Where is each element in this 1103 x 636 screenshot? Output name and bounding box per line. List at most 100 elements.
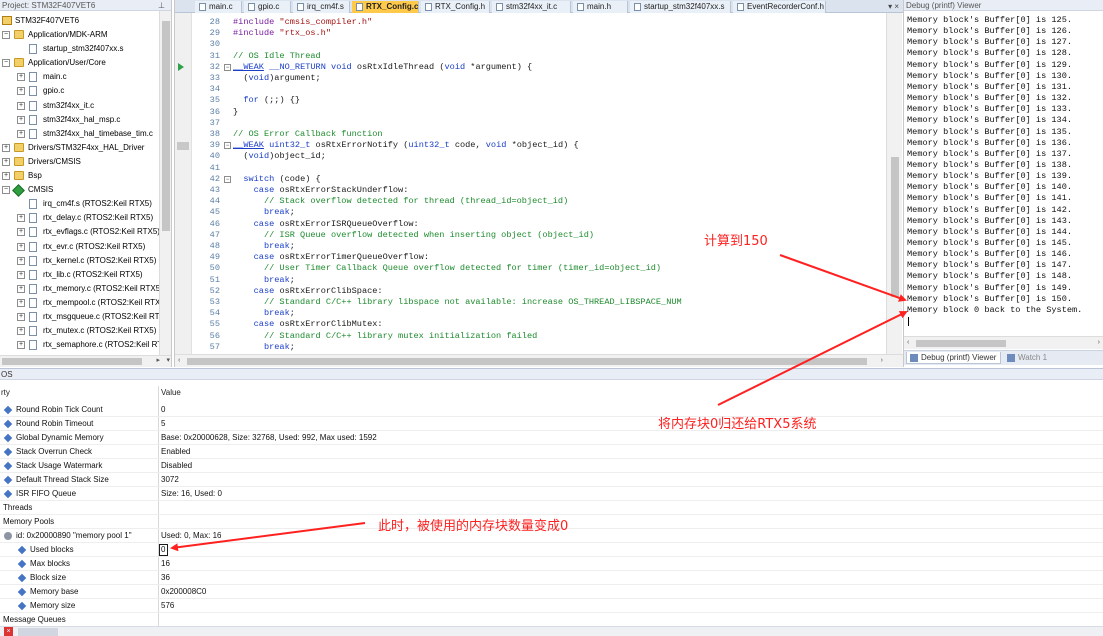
debug-output[interactable]: Memory block's Buffer[0] is 125. Memory b… — [906, 13, 1103, 331]
property-row[interactable]: Block size 36 — [0, 571, 1103, 585]
expand-icon[interactable]: + — [17, 256, 25, 265]
code-line[interactable]: 28 #include "cmsis_compiler.h" — [175, 17, 887, 28]
code-line[interactable]: 41 — [175, 163, 887, 174]
fold-toggle-icon[interactable]: − — [224, 63, 231, 71]
collapse-icon[interactable]: − — [2, 186, 10, 195]
editor-vscroll[interactable] — [886, 13, 902, 354]
code-line[interactable]: 45 break; — [175, 207, 887, 218]
debug-hscroll[interactable]: ‹ › — [904, 336, 1103, 349]
code-line[interactable]: 30 — [175, 39, 887, 50]
property-row[interactable]: Round Robin Timeout 5 — [0, 417, 1103, 431]
code-line[interactable]: 50 // User Timer Callback Queue overflow… — [175, 263, 887, 274]
fold-toggle-icon[interactable]: − — [224, 175, 231, 183]
property-row[interactable]: Used blocks 0 — [0, 543, 1103, 557]
expand-icon[interactable]: + — [17, 129, 25, 138]
tab-stm32f4xx-it-c[interactable]: stm32f4xx_it.c — [492, 1, 571, 13]
code-line[interactable]: 49 case osRtxErrorTimerQueueOverflow: — [175, 252, 887, 263]
code-line[interactable]: 36} — [175, 107, 887, 118]
code-area[interactable]: 28 #include "cmsis_compiler.h" 29 #include … — [175, 13, 887, 354]
code-line[interactable]: 33 (void)argument; — [175, 73, 887, 84]
code-line[interactable]: 52 case osRtxErrorClibSpace: — [175, 286, 887, 297]
code-line[interactable]: 31 // OS Idle Thread — [175, 51, 887, 62]
tab-main-h[interactable]: main.h — [573, 1, 628, 13]
scroll-right-icon[interactable]: ▸ — [156, 356, 160, 366]
expand-icon[interactable]: + — [2, 172, 10, 180]
code-line[interactable]: 37 — [175, 118, 887, 129]
expand-icon[interactable]: + — [17, 313, 25, 321]
collapse-icon[interactable]: − — [2, 59, 10, 68]
code-line[interactable]: 48 break; — [175, 241, 887, 252]
expand-icon[interactable]: + — [17, 115, 25, 124]
breakpoint-marker-icon[interactable] — [177, 141, 189, 150]
code-line[interactable]: 55 case osRtxErrorClibMutex: — [175, 319, 887, 330]
expand-icon[interactable]: + — [17, 270, 25, 279]
expand-icon[interactable]: + — [17, 242, 25, 251]
scroll-left-icon[interactable]: ‹ — [178, 356, 180, 366]
property-row[interactable]: Memory size 576 — [0, 599, 1103, 613]
property-row[interactable]: ISR FIFO Queue Size: 16, Used: 0 — [0, 487, 1103, 501]
expand-icon[interactable]: + — [17, 87, 25, 96]
code-line[interactable]: 29 #include "rtx_os.h" — [175, 28, 887, 39]
code-line[interactable]: 39− __WEAK uint32_t osRtxErrorNotify (uin… — [175, 140, 887, 151]
code-line[interactable]: 34 — [175, 84, 887, 95]
tab-debug-printf-viewer[interactable]: Debug (printf) Viewer — [906, 352, 1002, 364]
property-row[interactable]: Global Dynamic Memory Base: 0x20000628, S… — [0, 431, 1103, 445]
project-tree-vscroll[interactable] — [159, 11, 171, 355]
tab-rtx-config-c[interactable]: RTX_Config.c — [352, 1, 419, 13]
expand-icon[interactable]: + — [2, 143, 10, 152]
scroll-thumb[interactable] — [916, 340, 1006, 347]
code-line[interactable]: 51 break; — [175, 275, 887, 286]
scroll-right-icon[interactable]: › — [1098, 338, 1100, 348]
expand-icon[interactable]: + — [17, 73, 25, 82]
scroll-left-icon[interactable]: ‹ — [907, 338, 909, 348]
tab-rtx-config-h[interactable]: RTX_Config.h — [421, 1, 490, 13]
code-line[interactable]: 35 for (;;) {} — [175, 95, 887, 106]
scroll-thumb[interactable] — [187, 358, 867, 365]
code-line[interactable]: 47 // ISR Queue overflow detected when i… — [175, 230, 887, 241]
value-column-header[interactable]: Value — [161, 386, 181, 400]
tab-main-c[interactable]: main.c — [195, 1, 242, 13]
tab-watch-1[interactable]: Watch 1 — [1004, 352, 1051, 364]
property-row[interactable]: Stack Usage Watermark Disabled — [0, 459, 1103, 473]
property-row[interactable]: Threads — [0, 501, 1103, 515]
scroll-thumb[interactable] — [162, 21, 170, 231]
code-line[interactable]: 32− __WEAK __NO_RETURN void osRtxIdleThre… — [175, 62, 887, 73]
tab-controls[interactable]: ▾ × — [888, 0, 899, 13]
property-row[interactable]: Round Robin Tick Count 0 — [0, 403, 1103, 417]
collapse-icon[interactable]: − — [2, 31, 10, 39]
code-line[interactable]: 40 (void)object_id; — [175, 151, 887, 162]
code-line[interactable]: 44 // Stack overflow detected for thread… — [175, 196, 887, 207]
code-line[interactable]: 42− switch (code) { — [175, 174, 887, 185]
scroll-thumb[interactable] — [891, 157, 899, 297]
code-line[interactable]: 57 break; — [175, 342, 887, 353]
code-line[interactable]: 43 case osRtxErrorStackUnderflow: — [175, 185, 887, 196]
expand-icon[interactable]: + — [17, 214, 25, 223]
property-row[interactable]: Max blocks 16 — [0, 557, 1103, 571]
property-row[interactable]: Stack Overrun Check Enabled — [0, 445, 1103, 459]
tab-irq-cm4f-s[interactable]: irq_cm4f.s — [293, 1, 350, 13]
code-line[interactable]: 38 // OS Error Callback function — [175, 129, 887, 140]
property-row[interactable]: Message Queues — [0, 613, 1103, 627]
scroll-thumb[interactable] — [2, 358, 142, 365]
expand-icon[interactable]: + — [17, 341, 25, 350]
tab-gpio-c[interactable]: gpio.c — [244, 1, 291, 13]
expand-icon[interactable]: + — [17, 101, 25, 110]
code-line[interactable]: 56 // Standard C/C++ library mutex initi… — [175, 331, 887, 342]
expand-icon[interactable]: + — [17, 284, 25, 293]
code-line[interactable]: 53 // Standard C/C++ library libspace no… — [175, 297, 887, 308]
tab-startup-stm32f407xx-s[interactable]: startup_stm32f407xx.s — [630, 1, 731, 13]
property-column-header[interactable]: rty — [1, 386, 10, 400]
pin-icon[interactable]: ⊥ — [158, 0, 165, 11]
scroll-down-icon[interactable]: ▾ — [166, 356, 170, 366]
code-line[interactable]: 46 case osRtxErrorISRQueueOverflow: — [175, 219, 887, 230]
expand-icon[interactable]: + — [17, 327, 25, 336]
property-row[interactable]: Default Thread Stack Size 3072 — [0, 473, 1103, 487]
toolbar-icon[interactable] — [18, 628, 58, 636]
property-row[interactable]: Memory base 0x200008C0 — [0, 585, 1103, 599]
tab-eventrecorderconf-h[interactable]: EventRecorderConf.h — [733, 1, 826, 13]
expand-icon[interactable]: + — [17, 298, 25, 307]
close-icon[interactable]: × — [4, 627, 13, 636]
project-tree-hscroll[interactable]: ▸ ▾ — [0, 355, 171, 367]
expand-icon[interactable]: + — [2, 157, 10, 166]
fold-toggle-icon[interactable]: − — [224, 142, 231, 150]
